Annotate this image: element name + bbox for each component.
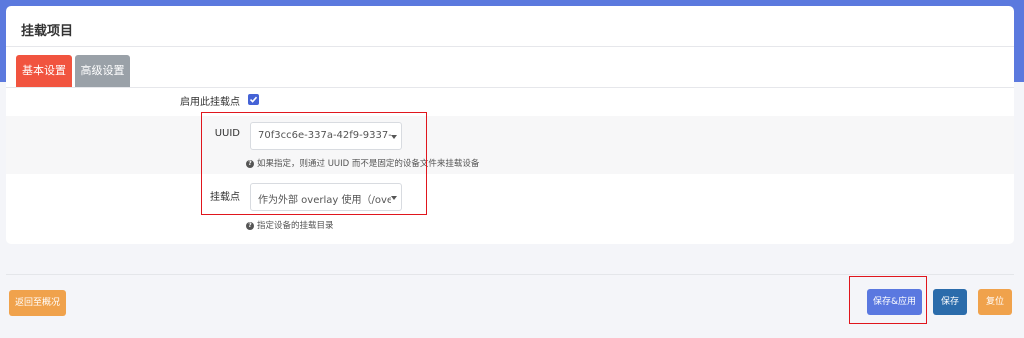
help-icon: ?	[246, 221, 254, 230]
page-title: 挂载项目	[21, 24, 74, 39]
uuid-row	[6, 116, 1014, 174]
mountpoint-hint: ? 指定设备的挂载目录	[246, 219, 334, 231]
save-button[interactable]: 保存	[933, 289, 967, 315]
tab-advanced-settings[interactable]: 高级设置	[75, 55, 130, 87]
mountpoint-hint-text: 指定设备的挂载目录	[257, 221, 334, 231]
title-divider	[6, 46, 1014, 47]
annotation-box-fields	[201, 112, 427, 215]
checkmark-icon	[249, 96, 258, 103]
enable-label: 启用此挂载点	[180, 97, 240, 108]
tabs-divider	[6, 87, 1014, 88]
footer-divider	[6, 274, 1014, 275]
tab-basic-settings[interactable]: 基本设置	[16, 55, 72, 87]
mount-entry-card: 挂载项目 基本设置 高级设置 启用此挂载点 UUID 70f3cc6e-337a…	[6, 6, 1014, 244]
enable-checkbox[interactable]	[248, 94, 259, 105]
back-to-overview-button[interactable]: 返回至概况	[9, 290, 66, 316]
reset-button[interactable]: 复位	[978, 289, 1012, 315]
annotation-box-save-apply	[849, 276, 927, 324]
